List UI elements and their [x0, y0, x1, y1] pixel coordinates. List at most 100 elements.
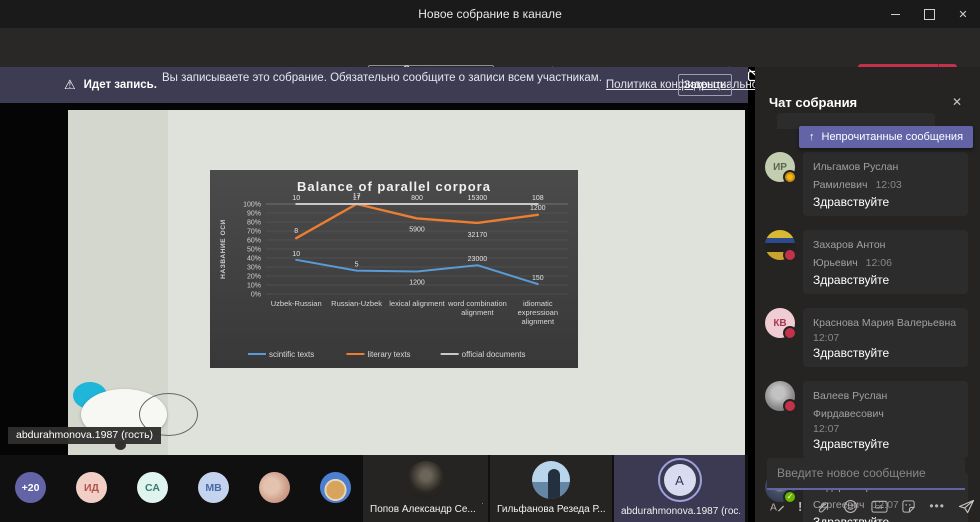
maximize-icon[interactable]	[912, 0, 946, 28]
participant-video-avatar	[407, 461, 445, 499]
svg-text:100%: 100%	[243, 202, 261, 209]
meeting-toolbar: 20:17 Запросить управление	[0, 28, 980, 67]
participant-avatar[interactable]: +20	[15, 472, 46, 503]
message-time: 12:06	[866, 257, 892, 269]
participant-tile-name: abdurahmonova.1987 (гос...	[621, 506, 740, 517]
meeting-chat-panel: Чат собрания ✕ ↑ Непрочитанные сообщения…	[755, 67, 980, 522]
send-button[interactable]	[958, 497, 975, 515]
participant-tile[interactable]: Гильфанова Резеда Р...	[490, 455, 612, 522]
message-text: Здравствуйте	[813, 273, 958, 287]
more-compose-options-button[interactable]: •••	[929, 497, 945, 515]
unread-messages-pill[interactable]: ↑ Непрочитанные сообщения	[799, 126, 973, 148]
avatar	[765, 230, 795, 260]
participant-avatar-group: +20 ИД СА МВ	[15, 472, 351, 503]
gif-button[interactable]: GIF	[871, 497, 888, 515]
chat-panel-title: Чат собрания	[769, 95, 857, 110]
message-time: 12:07	[813, 423, 958, 435]
participant-avatar[interactable]: ИД	[76, 472, 107, 503]
svg-text:32170: 32170	[468, 232, 488, 239]
message-time: 12:03	[875, 179, 901, 191]
banner-message: Вы записываете это собрание. Обязательно…	[162, 72, 602, 84]
svg-text:10: 10	[292, 251, 300, 258]
participant-avatar[interactable]: СА	[137, 472, 168, 503]
message-text: Здравствуйте	[813, 346, 958, 360]
svg-text:70%: 70%	[247, 229, 261, 236]
participant-tile-name: Гильфанова Резеда Р...	[497, 502, 607, 517]
svg-text:23000: 23000	[468, 256, 488, 263]
emoji-button[interactable]	[843, 497, 858, 515]
participant-avatar[interactable]	[320, 472, 351, 503]
new-message-input[interactable]	[767, 458, 965, 490]
svg-text:80%: 80%	[247, 220, 261, 227]
participant-name-text: Попов Александр Се...	[370, 504, 476, 515]
format-button[interactable]: A	[769, 497, 785, 515]
presence-busy-badge	[783, 326, 797, 340]
close-icon[interactable]: ✕	[946, 0, 980, 28]
avatar	[765, 381, 795, 411]
avatar-letter: A	[664, 464, 696, 496]
svg-text:expressioan: expressioan	[518, 308, 558, 317]
gif-icon: GIF	[871, 499, 888, 514]
participant-tile-name: Попов Александр Се...	[370, 502, 483, 517]
svg-text:5: 5	[355, 262, 359, 269]
banner-title: Идет запись.	[84, 79, 157, 91]
svg-text:official documents: official documents	[462, 350, 526, 359]
message-bubble: Краснова Мария Валерьевна12:07Здравствуй…	[803, 308, 968, 367]
mic-off-icon	[481, 502, 483, 514]
attach-button[interactable]	[815, 497, 830, 515]
participant-avatar[interactable]: МВ	[198, 472, 229, 503]
banner-close-button[interactable]: Закрыть	[678, 74, 732, 96]
priority-button[interactable]: !	[798, 497, 802, 515]
svg-text:alignment: alignment	[461, 308, 494, 317]
chat-message: Захаров Антон Юрьевич12:06 Здравствуйте	[765, 230, 968, 294]
participant-avatar[interactable]	[259, 472, 290, 503]
message-author: Краснова Мария Валерьевна	[813, 317, 956, 329]
presenter-name-label: abdurahmonova.1987 (гость)	[8, 427, 161, 444]
svg-text:НАЗВАНИЕ ОСИ: НАЗВАНИЕ ОСИ	[220, 219, 227, 279]
sticker-button[interactable]	[901, 497, 916, 515]
presence-away-badge	[783, 170, 797, 184]
message-author: Валеев Руслан Фирдавесович	[813, 390, 887, 420]
screen-share-stage: Balance of parallel corpora0%10%20%30%40…	[0, 103, 748, 455]
message-text: Здравствуйте	[813, 195, 958, 209]
participant-name-text: Гильфанова Резеда Р...	[497, 504, 606, 515]
shared-slide: Balance of parallel corpora0%10%20%30%40…	[68, 110, 745, 455]
participant-tile[interactable]: Aabdurahmonova.1987 (гос...	[614, 455, 745, 522]
recording-banner: ⚠ Идет запись. Вы записываете это собран…	[0, 67, 748, 103]
svg-text:50%: 50%	[247, 247, 261, 254]
message-bubble: Валеев Руслан Фирдавесович 12:07 Здравству…	[803, 381, 968, 458]
svg-text:literary texts: literary texts	[367, 350, 410, 359]
svg-text:108: 108	[532, 195, 544, 202]
unread-messages-label: Непрочитанные сообщения	[822, 131, 964, 143]
message-header: Валеев Руслан Фирдавесович	[813, 386, 958, 422]
participants-filmstrip: +20 ИД СА МВ Попов Александр Се... Гильфанов…	[0, 455, 748, 522]
arrow-up-icon: ↑	[809, 131, 815, 143]
muted-mic-icon	[481, 502, 483, 517]
svg-text:30%: 30%	[247, 265, 261, 272]
svg-text:word combination: word combination	[447, 299, 507, 308]
avatar: КВ	[765, 308, 795, 338]
message-header: Захаров Антон Юрьевич12:06	[813, 235, 958, 271]
svg-text:90%: 90%	[247, 211, 261, 218]
svg-text:8: 8	[294, 228, 298, 235]
minimize-icon[interactable]	[878, 0, 912, 28]
presence-busy-badge	[783, 248, 797, 262]
svg-text:5900: 5900	[409, 226, 425, 233]
svg-text:Uzbek-Russian: Uzbek-Russian	[271, 299, 322, 308]
svg-text:10: 10	[292, 195, 300, 202]
svg-text:Balance of parallel corpora: Balance of parallel corpora	[297, 179, 491, 194]
svg-text:40%: 40%	[247, 256, 261, 263]
window-title: Новое собрание в канале	[0, 7, 980, 21]
participant-tile[interactable]: Попов Александр Се...	[363, 455, 488, 522]
svg-text:scintific texts: scintific texts	[269, 350, 314, 359]
message-text: Здравствуйте	[813, 437, 958, 451]
svg-text:GIF: GIF	[875, 505, 884, 511]
chart: Balance of parallel corpora0%10%20%30%40…	[210, 170, 578, 368]
sticker-icon	[901, 499, 916, 514]
paperclip-icon	[815, 499, 830, 514]
chat-close-icon[interactable]: ✕	[952, 95, 962, 109]
svg-text:150: 150	[532, 275, 544, 282]
window-titlebar: Новое собрание в канале ✕	[0, 0, 980, 28]
avatar: ИР	[765, 152, 795, 182]
chart-svg: Balance of parallel corpora0%10%20%30%40…	[210, 170, 578, 368]
